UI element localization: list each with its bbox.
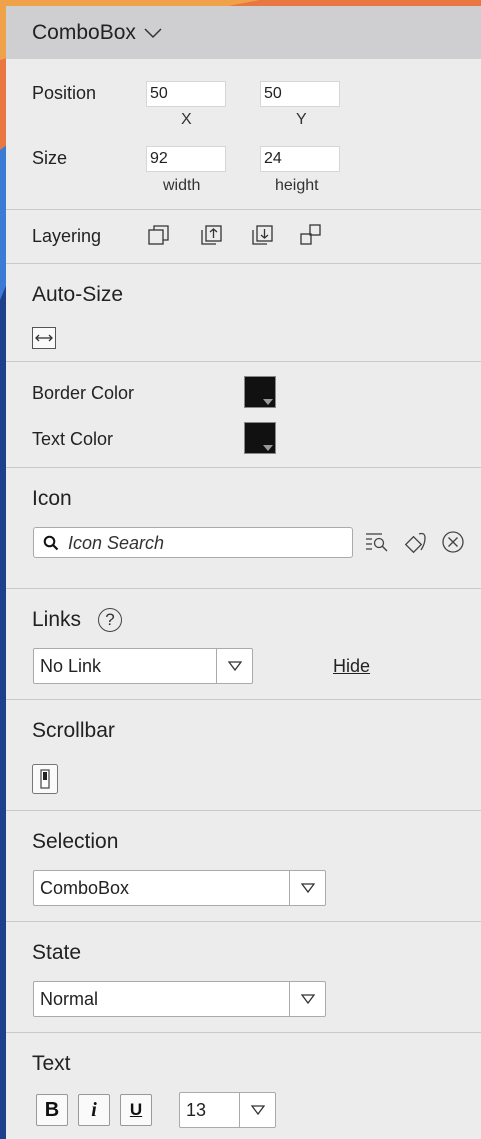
selection-dropdown-arrow[interactable]: [289, 871, 325, 905]
search-icon: [43, 535, 59, 551]
text-title: Text: [32, 1052, 71, 1075]
icon-title: Icon: [32, 487, 72, 510]
auto-size-title: Auto-Size: [32, 283, 124, 306]
state-dropdown[interactable]: Normal: [33, 981, 326, 1017]
help-icon[interactable]: ?: [98, 608, 122, 632]
selection-selected-value: ComboBox: [40, 878, 130, 898]
links-dropdown[interactable]: No Link: [33, 648, 253, 684]
italic-button[interactable]: i: [78, 1094, 110, 1126]
font-size-dropdown-arrow[interactable]: [239, 1093, 275, 1127]
y-caption: Y: [296, 111, 307, 128]
chevron-down-icon: [301, 883, 315, 894]
selection-dropdown[interactable]: ComboBox: [33, 870, 326, 906]
selection-section: Selection ComboBox: [6, 810, 481, 921]
state-section: State Normal: [6, 921, 481, 1032]
layering-label: Layering: [32, 226, 102, 246]
clear-icon[interactable]: [441, 530, 465, 554]
scrollbar-title: Scrollbar: [32, 719, 115, 742]
selection-title: Selection: [32, 830, 119, 853]
hide-link[interactable]: Hide: [333, 656, 370, 677]
position-size-section: Position 50 50 X Y Size 92 24 width heig…: [6, 59, 481, 209]
auto-size-width-icon[interactable]: [32, 327, 56, 349]
position-x-input[interactable]: 50: [146, 81, 226, 107]
layering-section: Layering: [6, 209, 481, 263]
links-selected-value: No Link: [40, 656, 102, 676]
size-height-input[interactable]: 24: [260, 146, 340, 172]
links-dropdown-arrow[interactable]: [216, 649, 252, 683]
panel-header[interactable]: ComboBox: [6, 6, 481, 59]
text-section: Text B i U 13: [6, 1032, 481, 1139]
icon-search-box[interactable]: [33, 527, 353, 558]
state-selected-value: Normal: [40, 989, 99, 1009]
scrollbar-section: Scrollbar: [6, 699, 481, 810]
border-color-label: Border Color: [32, 383, 135, 403]
scrollbar-toggle-icon[interactable]: [32, 764, 58, 794]
colors-section: Border Color Text Color: [6, 361, 481, 467]
icon-search-input[interactable]: [66, 530, 350, 556]
icon-fill-icon[interactable]: [403, 528, 431, 556]
width-caption: width: [163, 177, 201, 194]
size-label: Size: [32, 148, 68, 168]
icon-section: Icon: [6, 467, 481, 588]
size-width-input[interactable]: 92: [146, 146, 226, 172]
text-color-swatch[interactable]: [244, 422, 276, 454]
chevron-down-icon[interactable]: [144, 27, 162, 39]
send-to-back-icon[interactable]: [298, 222, 324, 248]
state-dropdown-arrow[interactable]: [289, 982, 325, 1016]
links-title: Links: [32, 608, 82, 631]
links-section: Links ? No Link Hide: [6, 588, 481, 699]
font-size-value: 13: [186, 1100, 207, 1120]
icon-browse-icon[interactable]: [364, 530, 390, 554]
state-title: State: [32, 941, 82, 964]
chevron-down-icon: [301, 994, 315, 1005]
underline-button[interactable]: U: [120, 1094, 152, 1126]
chevron-down-icon: [251, 1105, 265, 1116]
x-caption: X: [181, 111, 192, 128]
position-label: Position: [32, 83, 97, 103]
text-color-label: Text Color: [32, 429, 114, 449]
border-color-swatch[interactable]: [244, 376, 276, 408]
bring-to-front-icon[interactable]: [145, 222, 171, 248]
bold-button[interactable]: B: [36, 1094, 68, 1126]
send-backward-icon[interactable]: [249, 222, 275, 248]
auto-size-section: Auto-Size: [6, 263, 481, 361]
properties-panel: ComboBox Position 50 50 X Y Size 92 24 w…: [6, 6, 481, 1139]
bring-forward-icon[interactable]: [198, 222, 224, 248]
panel-title: ComboBox: [32, 20, 136, 44]
height-caption: height: [275, 177, 319, 194]
position-y-input[interactable]: 50: [260, 81, 340, 107]
font-size-dropdown[interactable]: 13: [179, 1092, 276, 1128]
chevron-down-icon: [228, 661, 242, 672]
